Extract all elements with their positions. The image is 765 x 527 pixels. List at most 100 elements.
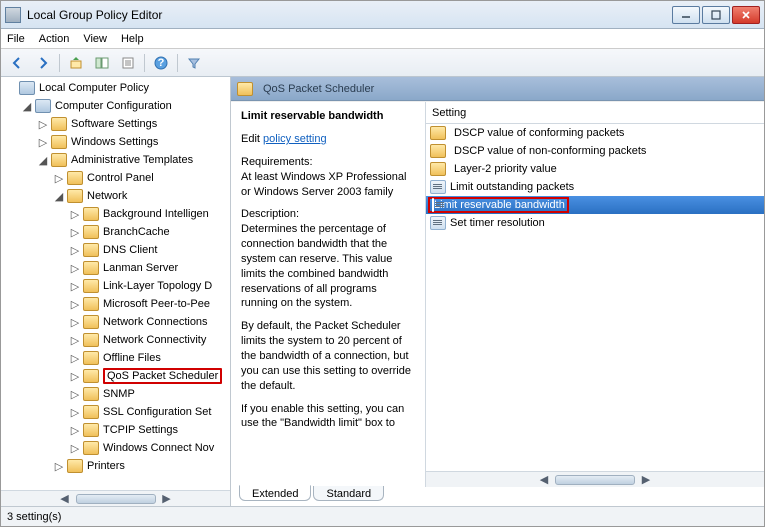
close-button[interactable] <box>732 6 760 24</box>
forward-button[interactable] <box>31 52 55 74</box>
tree-network-item[interactable]: ▷Network Connectivity <box>3 331 230 349</box>
scroll-thumb[interactable] <box>76 494 156 504</box>
toolbar: ? <box>1 49 764 77</box>
menu-file[interactable]: File <box>7 33 25 45</box>
show-hide-tree-button[interactable] <box>90 52 114 74</box>
tree-network-item[interactable]: ▷BranchCache <box>3 223 230 241</box>
tree-label: Background Intelligen <box>103 208 209 220</box>
tab-standard[interactable]: Standard <box>313 486 384 501</box>
tree-network-item[interactable]: ▷Microsoft Peer-to-Pee <box>3 295 230 313</box>
tree-software-settings[interactable]: ▷Software Settings <box>3 115 230 133</box>
collapsed-icon[interactable]: ▷ <box>69 406 81 418</box>
settings-label: Limit reservable bandwidth <box>434 199 565 211</box>
tree-network-item[interactable]: ▷TCPIP Settings <box>3 421 230 439</box>
tree-computer-config[interactable]: ◢Computer Configuration <box>3 97 230 115</box>
settings-row[interactable]: Set timer resolution <box>426 214 764 232</box>
statusbar: 3 setting(s) <box>1 506 764 526</box>
collapsed-icon[interactable]: ▷ <box>69 244 81 256</box>
collapsed-icon[interactable]: ▷ <box>69 208 81 220</box>
collapsed-icon[interactable]: ▷ <box>69 316 81 328</box>
minimize-button[interactable] <box>672 6 700 24</box>
settings-row[interactable]: Layer-2 priority value <box>426 160 764 178</box>
tree-printers[interactable]: ▷ Printers <box>3 457 230 475</box>
folder-icon <box>83 333 99 347</box>
tree-windows-settings[interactable]: ▷Windows Settings <box>3 133 230 151</box>
properties-button[interactable] <box>116 52 140 74</box>
tree-control-panel[interactable]: ▷Control Panel <box>3 169 230 187</box>
expanded-icon[interactable]: ◢ <box>37 154 49 166</box>
tree-network[interactable]: ◢Network <box>3 187 230 205</box>
collapse-icon[interactable] <box>5 82 17 94</box>
menubar: File Action View Help <box>1 29 764 49</box>
settings-row[interactable]: DSCP value of non-conforming packets <box>426 142 764 160</box>
collapsed-icon[interactable]: ▷ <box>69 334 81 346</box>
scroll-left-icon[interactable]: ◀ <box>58 492 72 506</box>
collapsed-icon[interactable]: ▷ <box>37 136 49 148</box>
expanded-icon[interactable]: ◢ <box>21 100 33 112</box>
tree-label: Printers <box>87 460 125 472</box>
collapsed-icon[interactable]: ▷ <box>69 298 81 310</box>
settings-list[interactable]: DSCP value of conforming packets DSCP val… <box>426 124 764 471</box>
details-header-title: QoS Packet Scheduler <box>263 83 374 95</box>
collapsed-icon[interactable]: ▷ <box>69 352 81 364</box>
tree-network-item[interactable]: ▷ DNS Client <box>3 241 230 259</box>
expanded-icon[interactable]: ◢ <box>53 190 65 202</box>
menu-view[interactable]: View <box>83 33 107 45</box>
tree-network-item[interactable]: ▷Network Connections <box>3 313 230 331</box>
tree-network-item[interactable]: ▷Windows Connect Nov <box>3 439 230 457</box>
tree-network-item[interactable]: ▷Link-Layer Topology D <box>3 277 230 295</box>
edit-policy-link[interactable]: policy setting <box>263 133 327 145</box>
help-button[interactable]: ? <box>149 52 173 74</box>
tree-network-item[interactable]: ▷QoS Packet Scheduler <box>3 367 230 385</box>
settings-row[interactable]: DSCP value of conforming packets <box>426 124 764 142</box>
collapsed-icon[interactable]: ▷ <box>69 424 81 436</box>
settings-label: DSCP value of non-conforming packets <box>454 145 646 157</box>
collapsed-icon[interactable]: ▷ <box>69 442 81 454</box>
menu-help[interactable]: Help <box>121 33 144 45</box>
svg-text:?: ? <box>158 57 165 69</box>
up-button[interactable] <box>64 52 88 74</box>
tree-label: Local Computer Policy <box>39 82 149 94</box>
scroll-thumb[interactable] <box>555 475 635 485</box>
collapsed-icon[interactable]: ▷ <box>69 226 81 238</box>
scroll-right-icon[interactable]: ▶ <box>160 492 174 506</box>
settings-row[interactable]: Limit outstanding packets <box>426 178 764 196</box>
requirements-text: At least Windows XP Professional or Wind… <box>241 170 415 200</box>
menu-action[interactable]: Action <box>39 33 70 45</box>
tree-network-item[interactable]: ▷SSL Configuration Set <box>3 403 230 421</box>
settings-label: DSCP value of conforming packets <box>454 127 624 139</box>
collapsed-icon[interactable]: ▷ <box>69 370 81 382</box>
folder-icon <box>83 279 99 293</box>
settings-hscrollbar[interactable]: ◀▶ <box>426 471 764 487</box>
tree-admin-templates[interactable]: ◢Administrative Templates <box>3 151 230 169</box>
folder-icon <box>83 369 99 383</box>
tree-network-item[interactable]: ▷Lanman Server <box>3 259 230 277</box>
computer-icon <box>35 99 51 113</box>
collapsed-icon[interactable]: ▷ <box>53 172 65 184</box>
tree-hscrollbar[interactable]: ◀▶ <box>1 490 230 506</box>
description-label: Description: <box>241 207 415 222</box>
folder-icon <box>51 117 67 131</box>
collapsed-icon[interactable]: ▷ <box>69 280 81 292</box>
collapsed-icon[interactable]: ▷ <box>69 262 81 274</box>
filter-button[interactable] <box>182 52 206 74</box>
settings-column-header[interactable]: Setting <box>426 102 764 124</box>
back-button[interactable] <box>5 52 29 74</box>
policy-tree[interactable]: Local Computer Policy ◢Computer Configur… <box>1 77 230 490</box>
toolbar-separator <box>144 54 145 72</box>
tree-label: DNS Client <box>103 244 157 256</box>
collapsed-icon[interactable]: ▷ <box>53 460 65 472</box>
folder-icon <box>83 405 99 419</box>
settings-row[interactable]: Limit reservable bandwidth <box>426 196 764 214</box>
collapsed-icon[interactable]: ▷ <box>69 388 81 400</box>
tree-network-item[interactable]: ▷Offline Files <box>3 349 230 367</box>
tree-network-item[interactable]: ▷ Background Intelligen <box>3 205 230 223</box>
tab-extended[interactable]: Extended <box>239 485 311 501</box>
scroll-left-icon[interactable]: ◀ <box>537 473 551 487</box>
tree-network-item[interactable]: ▷SNMP <box>3 385 230 403</box>
maximize-button[interactable] <box>702 6 730 24</box>
tree-root[interactable]: Local Computer Policy <box>3 79 230 97</box>
collapsed-icon[interactable]: ▷ <box>37 118 49 130</box>
policy-item-icon <box>430 180 446 194</box>
scroll-right-icon[interactable]: ▶ <box>639 473 653 487</box>
